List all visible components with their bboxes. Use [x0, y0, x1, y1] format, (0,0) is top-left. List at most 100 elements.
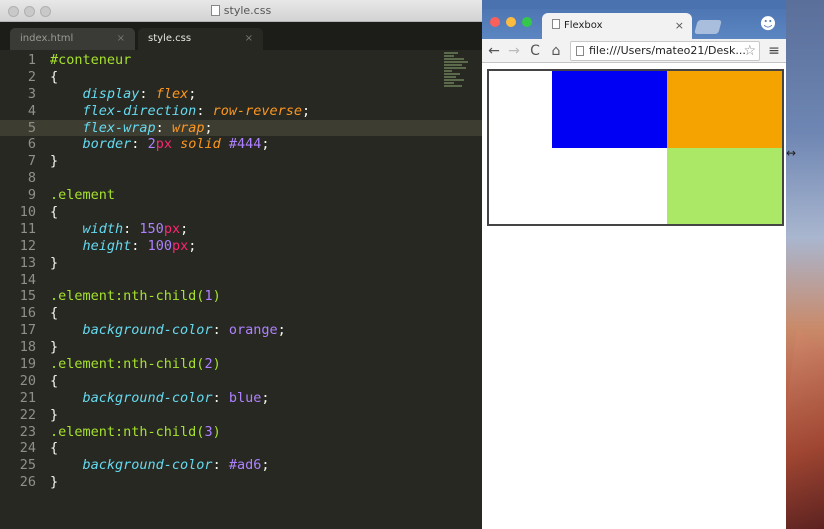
line-number: 11: [19, 220, 36, 237]
code-token: :: [123, 220, 140, 237]
close-icon[interactable]: ×: [117, 28, 125, 50]
editor-tab-bar: index.html × style.css ×: [0, 22, 482, 50]
code-token: .element: [50, 187, 116, 204]
line-number: 19: [19, 356, 36, 373]
line-number: 24: [19, 440, 36, 457]
code-line[interactable]: 12 height: 100px;: [0, 238, 482, 255]
code-line[interactable]: 15 .element:nth-child(1): [0, 288, 482, 305]
line-number: 7: [27, 153, 36, 170]
menu-button[interactable]: ≡: [766, 42, 782, 60]
reload-button[interactable]: C: [527, 42, 543, 60]
code-text: border: 2px solid #444;: [50, 136, 270, 153]
code-line[interactable]: 20 {: [0, 373, 482, 390]
code-text: }: [50, 407, 58, 424]
code-token: width: [82, 220, 124, 237]
code-token: {: [50, 372, 59, 389]
code-line[interactable]: 16 {: [0, 305, 482, 322]
code-text: flex-direction: row-reverse;: [50, 102, 311, 120]
forward-button[interactable]: →: [506, 42, 522, 60]
line-number: 17: [19, 322, 36, 339]
code-line[interactable]: 11 width: 150px;: [0, 221, 482, 238]
browser-close-button[interactable]: [490, 17, 500, 27]
line-number: 14: [19, 271, 36, 288]
code-text: display: flex;: [50, 85, 197, 103]
tab-index-html[interactable]: index.html ×: [10, 28, 135, 50]
code-token: :: [131, 136, 148, 153]
code-line[interactable]: 2{: [0, 69, 482, 86]
code-line[interactable]: 24 {: [0, 440, 482, 457]
code-text: {: [50, 204, 58, 221]
code-token: 2: [204, 356, 213, 373]
file-icon: [210, 5, 220, 16]
line-number: 16: [19, 305, 36, 322]
code-text: }: [50, 255, 58, 272]
code-token: ;: [301, 102, 311, 119]
code-token: }: [50, 406, 59, 423]
browser-zoom-button[interactable]: [522, 17, 532, 27]
element-2-box: [552, 71, 667, 148]
code-line[interactable]: 22}: [0, 407, 482, 424]
close-icon[interactable]: ×: [245, 28, 253, 50]
browser-minimize-button[interactable]: [506, 17, 516, 27]
code-token: #444: [228, 136, 262, 153]
code-line[interactable]: 5 flex-wrap: wrap;: [0, 119, 482, 137]
editor-titlebar: style.css: [0, 0, 482, 22]
code-token: 3: [204, 423, 213, 440]
page-icon: [576, 46, 584, 56]
code-token: background-color: [82, 389, 213, 406]
code-token: }: [50, 153, 59, 170]
code-line[interactable]: 14: [0, 272, 482, 289]
line-number: 23: [19, 423, 36, 440]
code-text: {: [50, 440, 58, 457]
code-line[interactable]: 13}: [0, 255, 482, 272]
code-line[interactable]: 10 {: [0, 204, 482, 221]
code-text: }: [50, 153, 58, 170]
code-line[interactable]: 8: [0, 170, 482, 187]
code-token: :: [196, 102, 213, 119]
tab-style-css[interactable]: style.css ×: [138, 28, 263, 50]
close-icon[interactable]: ×: [675, 13, 684, 39]
code-token: ): [212, 423, 221, 440]
code-line[interactable]: 19 .element:nth-child(2): [0, 356, 482, 373]
code-token: :: [139, 85, 156, 102]
code-line[interactable]: 25 background-color: #ad6;: [0, 457, 482, 474]
code-line[interactable]: 1 #conteneur: [0, 52, 482, 69]
code-token: {: [50, 305, 59, 322]
code-line[interactable]: 23 .element:nth-child(3): [0, 424, 482, 441]
code-line[interactable]: 9 .element: [0, 187, 482, 204]
line-number: 22: [19, 406, 36, 423]
incognito-icon: ☻: [759, 14, 777, 33]
code-token: #conteneur: [50, 52, 132, 68]
code-line[interactable]: 4 flex-direction: row-reverse;: [0, 103, 482, 120]
line-number: 2: [27, 68, 36, 85]
bookmark-star-icon[interactable]: ☆: [743, 42, 756, 60]
address-bar[interactable]: file:///Users/mateo21/Desk... ☆: [570, 41, 760, 61]
code-line[interactable]: 7}: [0, 153, 482, 170]
back-button[interactable]: ←: [486, 42, 502, 60]
code-token: wrap: [171, 119, 205, 136]
code-line[interactable]: 6 border: 2px solid #444;: [0, 136, 482, 153]
code-text: {: [50, 373, 58, 390]
element-3-box: [667, 148, 782, 224]
code-text: height: 100px;: [50, 238, 197, 255]
code-line[interactable]: 21 background-color: blue;: [0, 390, 482, 407]
code-text: .element:nth-child(3): [50, 424, 221, 441]
code-token: :: [212, 389, 229, 406]
code-text: {: [50, 69, 58, 86]
code-line[interactable]: 17 background-color: orange;: [0, 322, 482, 339]
minimap[interactable]: [444, 52, 474, 102]
code-area[interactable]: 1 #conteneur 2{3 display: flex; 4 flex-dire…: [0, 52, 482, 529]
new-tab-button[interactable]: [694, 20, 722, 34]
browser-tab-flexbox[interactable]: Flexbox ×: [542, 13, 692, 39]
home-button[interactable]: ⌂: [548, 42, 564, 60]
code-token: border: [82, 136, 132, 153]
code-line[interactable]: 18}: [0, 339, 482, 356]
code-token: px: [163, 220, 181, 237]
line-number: 20: [19, 372, 36, 389]
line-number: 6: [27, 136, 36, 153]
code-line[interactable]: 26}: [0, 474, 482, 491]
code-line[interactable]: 3 display: flex;: [0, 86, 482, 103]
